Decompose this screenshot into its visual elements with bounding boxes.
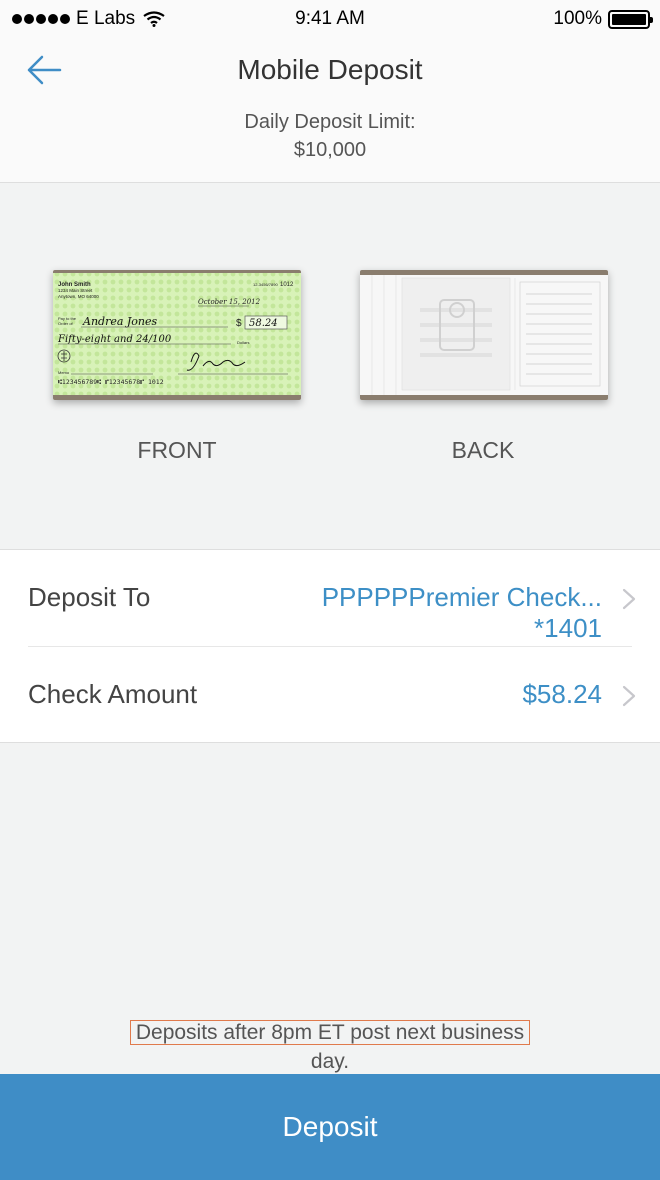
check-number: 1012 xyxy=(280,282,294,288)
check-memo-label: Memo xyxy=(58,370,70,375)
status-bar: E Labs 9:41 AM 100% xyxy=(0,0,660,38)
check-back-illustration xyxy=(360,270,608,400)
check-back-label: BACK xyxy=(451,437,515,463)
deposit-limit: Daily Deposit Limit: $10,000 xyxy=(0,108,660,164)
check-amount-numeric: 58.24 xyxy=(249,318,278,329)
deposit-to-value: PPPPPPremier Check... *1401 xyxy=(322,582,602,644)
chevron-right-icon xyxy=(622,588,636,610)
deposit-to-label: Deposit To xyxy=(28,582,151,612)
check-front-label: FRONT xyxy=(137,437,217,463)
check-front-illustration: John Smith 1234 Main Street Anytown, MO … xyxy=(53,270,301,400)
check-amount-words: Fifty-eight and 24/100 xyxy=(57,334,172,345)
deposit-to-account-name: PPPPPPremier Check... xyxy=(321,582,602,612)
check-amount-label: Check Amount xyxy=(28,679,198,709)
deposit-details-list: Deposit To PPPPPPremier Check... *1401 C… xyxy=(0,549,660,743)
check-front-image[interactable]: John Smith 1234 Main Street Anytown, MO … xyxy=(53,270,301,400)
check-micr-line: ⑆123456789⑆ ⑈12345678⑈ 1012 xyxy=(58,378,164,386)
deposit-to-row[interactable]: Deposit To PPPPPPremier Check... *1401 xyxy=(0,550,660,647)
svg-text:Order of: Order of xyxy=(58,321,74,326)
deposit-limit-value: $10,000 xyxy=(293,139,367,161)
deposit-cutoff-notice: Deposits after 8pm ET post next business… xyxy=(0,1018,660,1076)
deposit-to-account-number: *1401 xyxy=(534,613,602,643)
check-amount-row[interactable]: Check Amount $58.24 xyxy=(0,647,660,743)
check-images-section: John Smith 1234 Main Street Anytown, MO … xyxy=(0,183,660,549)
check-owner-address-2: Anytown, MO 64000 xyxy=(58,294,99,299)
battery-percent: 100% xyxy=(553,8,602,29)
check-date: October 15, 2012 xyxy=(198,298,261,306)
deposit-button[interactable]: Deposit xyxy=(0,1074,660,1180)
battery-icon xyxy=(608,9,653,29)
check-payee: Andrea Jones xyxy=(82,315,158,328)
check-back-image[interactable] xyxy=(360,270,608,400)
notice-rest-text: day. xyxy=(310,1050,350,1073)
check-dollars-label: Dollars xyxy=(237,340,249,345)
chevron-right-icon xyxy=(622,685,636,707)
battery: 100% xyxy=(553,8,653,30)
check-amount-value: $58.24 xyxy=(522,679,602,709)
header: Mobile Deposit Daily Deposit Limit: $10,… xyxy=(0,38,660,183)
page-title: Mobile Deposit xyxy=(237,54,423,85)
deposit-limit-label: Daily Deposit Limit: xyxy=(244,111,416,133)
check-owner-address-1: 1234 Main Street xyxy=(58,288,93,293)
svg-text:$: $ xyxy=(236,318,242,329)
notice-highlighted-text: Deposits after 8pm ET post next business xyxy=(129,1020,531,1045)
check-routing-top: 12-3456/7890 xyxy=(253,282,278,287)
